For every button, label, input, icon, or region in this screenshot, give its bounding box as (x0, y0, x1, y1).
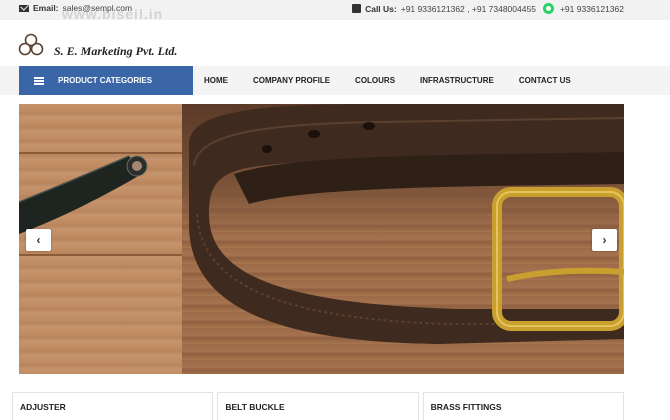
nav-links: HOME COMPANY PROFILE COLOURS INFRASTRUCT… (204, 66, 596, 95)
nav-company-profile[interactable]: COMPANY PROFILE (253, 76, 330, 85)
phone-icon (352, 4, 362, 13)
category-card-adjuster[interactable]: ADJUSTER (12, 392, 214, 420)
belt-image (19, 104, 624, 344)
category-card-belt-buckle[interactable]: BELT BUCKLE (217, 392, 419, 420)
top-contact-bar: Email: sales@sempl.com www.biseil.in Cal… (0, 0, 670, 22)
chevron-right-icon: › (602, 233, 607, 247)
hamburger-icon (34, 76, 44, 85)
chevron-left-icon: ‹ (36, 233, 41, 247)
call-numbers[interactable]: +91 9336121362 , +91 7348004455 (401, 4, 536, 14)
slider-next-button[interactable]: › (592, 229, 617, 251)
envelope-icon (19, 4, 29, 12)
whatsapp-number[interactable]: +91 9336121362 (560, 4, 624, 14)
hero-slider[interactable]: ‹ › (19, 104, 624, 374)
call-label: Call Us: (365, 3, 397, 14)
category-card-brass-fittings[interactable]: BRASS FITTINGS (422, 392, 624, 420)
slider-prev-button[interactable]: ‹ (26, 229, 51, 251)
phone-contact: Call Us: +91 9336121362 , +91 7348004455… (352, 3, 624, 14)
product-categories-button[interactable]: PRODUCT CATEGORIES (19, 66, 193, 95)
whatsapp-icon[interactable] (542, 3, 554, 14)
nav-home[interactable]: HOME (204, 76, 228, 85)
email-label: Email: (33, 3, 59, 13)
company-logo[interactable] (18, 33, 44, 57)
nav-contact-us[interactable]: CONTACT US (519, 76, 571, 85)
nav-colours[interactable]: COLOURS (355, 76, 395, 85)
main-navbar: PRODUCT CATEGORIES HOME COMPANY PROFILE … (0, 66, 670, 95)
company-name[interactable]: S. E. Marketing Pvt. Ltd. (54, 44, 177, 59)
category-grid: ADJUSTER BELT BUCKLE BRASS FITTINGS (12, 392, 624, 420)
product-categories-label: PRODUCT CATEGORIES (58, 76, 153, 85)
header-brand: S. E. Marketing Pvt. Ltd. (0, 20, 670, 66)
nav-infrastructure[interactable]: INFRASTRUCTURE (420, 76, 494, 85)
